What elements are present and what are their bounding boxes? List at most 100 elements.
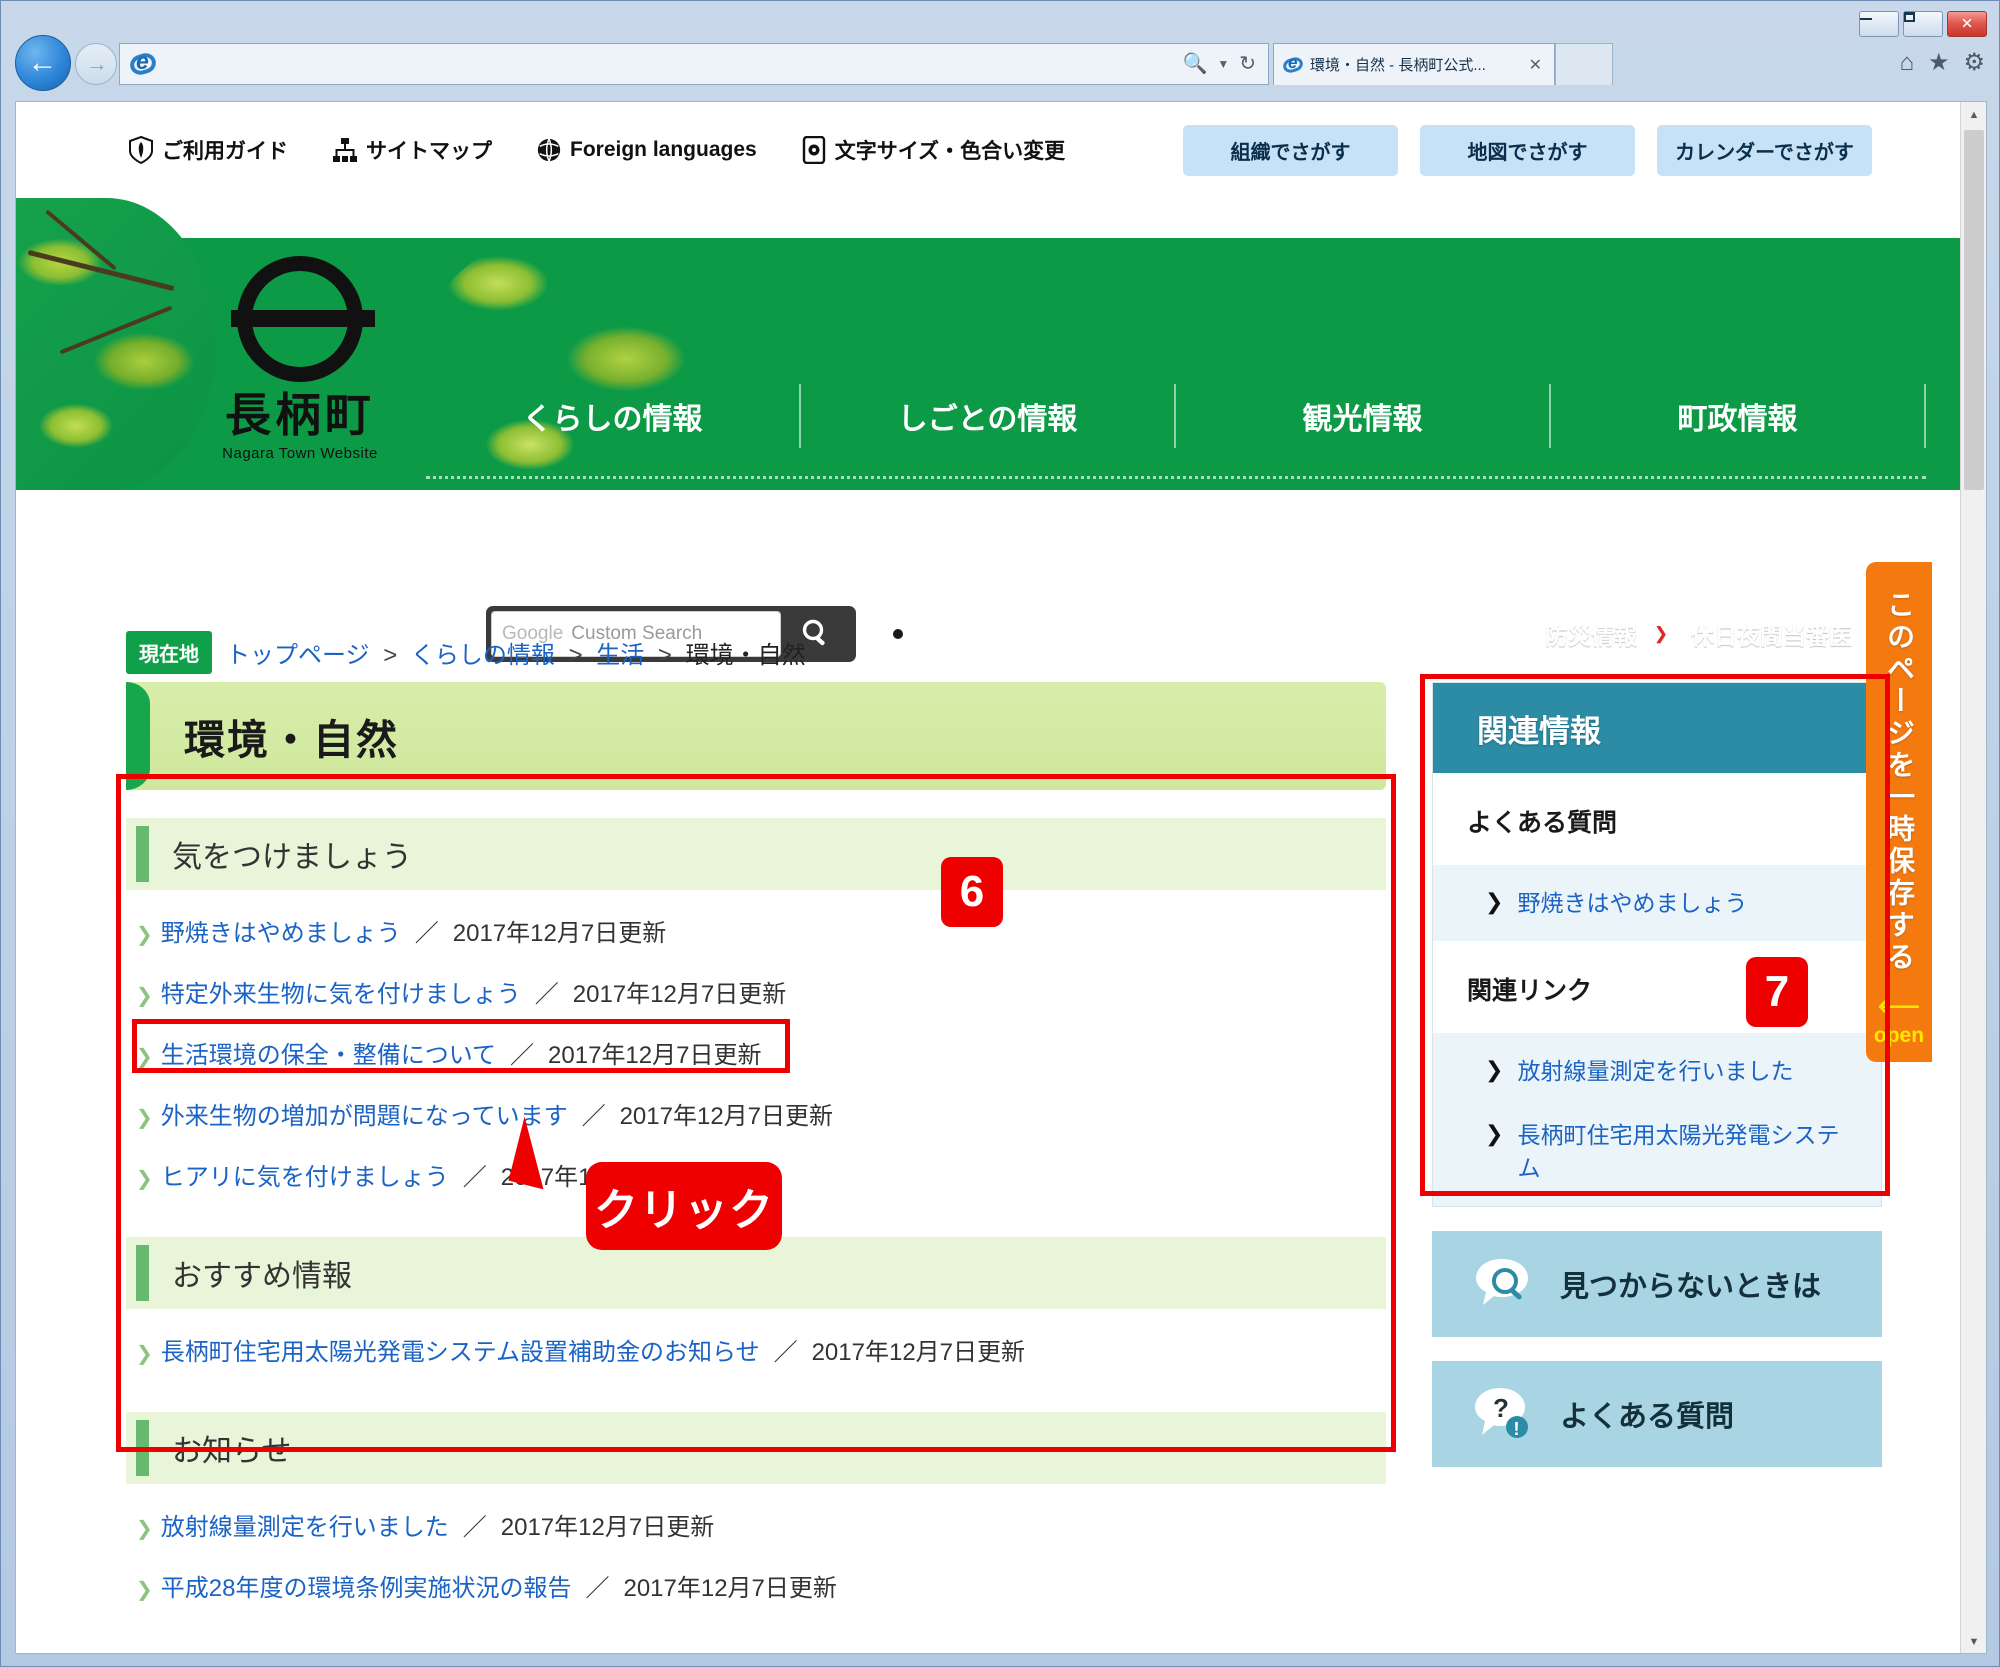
sidebar-group-label-related: 関連リンク: [1467, 977, 1593, 1006]
sidebar-button-label: よくある質問: [1560, 1400, 1735, 1433]
list-item-highlighted[interactable]: ❯ 外来生物の増加が問題になっています ／ 2017年12月7日更新: [126, 1083, 1386, 1144]
internet-explorer-icon: e: [1281, 54, 1305, 76]
close-window-button[interactable]: ✕: [1947, 11, 1987, 37]
scrollbar-thumb[interactable]: [1964, 130, 1984, 490]
utility-link-guide[interactable]: ご利用ガイド: [128, 135, 288, 165]
annotation-click-bubble: クリック: [586, 1162, 782, 1250]
browser-tab[interactable]: e 環境・自然 - 長柄町公式... ✕: [1273, 43, 1555, 85]
content-link[interactable]: 特定外来生物に気を付けましょう: [161, 974, 521, 1009]
link-separator: ／: [773, 1339, 798, 1366]
content-link[interactable]: 生活環境の保全・整備について: [161, 1035, 496, 1070]
section-heading-oshirase: お知らせ: [126, 1412, 1386, 1484]
scroll-up-button[interactable]: ▲: [1961, 102, 1986, 128]
maximize-button[interactable]: [1903, 11, 1943, 37]
open-arrow-icon: ⟵: [1877, 990, 1921, 1023]
sidebar-link-label[interactable]: 長柄町住宅用太陽光発電システム: [1517, 1119, 1859, 1183]
minimize-button[interactable]: [1859, 11, 1899, 37]
link-separator: ／: [414, 920, 439, 947]
list-item[interactable]: ❯ 放射線量測定を行いました ／ 2017年12月7日更新: [126, 1494, 1386, 1555]
update-date: 2017年12月7日更新: [572, 981, 787, 1008]
utility-link-foreign-languages[interactable]: Foreign languages: [536, 135, 757, 165]
list-item[interactable]: ❯ 平成28年度の環境条例実施状況の報告 ／ 2017年12月7日更新: [126, 1555, 1386, 1616]
link-separator: ／: [534, 981, 559, 1008]
content-link[interactable]: 野焼きはやめましょう: [161, 913, 401, 948]
breadcrumb-item-top[interactable]: トップページ: [226, 642, 370, 669]
minimize-icon: [1860, 18, 1872, 20]
scroll-down-button[interactable]: ▼: [1961, 1629, 1986, 1653]
update-date: 2017年12月7日更新: [619, 1103, 834, 1130]
breadcrumb-separator: >: [568, 641, 583, 669]
utility-link-text-settings[interactable]: 文字サイズ・色合い変更: [801, 135, 1065, 165]
address-bar[interactable]: e 🔍 ▼ ↻: [119, 43, 1269, 85]
global-navigation: くらしの情報 しごとの情報 観光情報 町政情報: [426, 370, 1926, 462]
sidebar-link[interactable]: ❯ 長柄町住宅用太陽光発電システム: [1433, 1103, 1881, 1199]
list-item[interactable]: ❯ 特定外来生物に気を付けましょう ／ 2017年12月7日更新: [126, 961, 1386, 1022]
save-page-tab[interactable]: このページを一時保存する ⟵ open: [1866, 562, 1932, 1062]
chevron-right-icon: ❯: [136, 1579, 153, 1601]
search-by-organization-button[interactable]: 組織でさがす: [1183, 124, 1398, 176]
address-input[interactable]: [164, 55, 1183, 73]
breadcrumb-item-kurashi[interactable]: くらしの情報: [411, 642, 555, 669]
sidebar-button-faq[interactable]: ? ! よくある質問: [1432, 1360, 1882, 1467]
vertical-scrollbar[interactable]: ▲ ▼: [1960, 102, 1986, 1653]
address-bar-tools: 🔍 ▼ ↻: [1182, 54, 1268, 74]
web-page: ご利用ガイド サイトマップ Foreign languages 文字サイズ・色合…: [16, 102, 1960, 1653]
chevron-down-icon[interactable]: ▼: [1217, 58, 1229, 70]
breadcrumb-path: トップページ > くらしの情報 > 生活 > 環境・自然: [226, 635, 806, 670]
question-balloon-icon: ? !: [1475, 1387, 1528, 1439]
browser-navigation-bar: ← → e 🔍 ▼ ↻ e 環境・自然 - 長柄町公式... ✕ ⌂ ★ ⚙: [1, 35, 1999, 93]
sidebar-button-not-found[interactable]: 見つからないときは: [1432, 1230, 1882, 1337]
home-icon[interactable]: ⌂: [1899, 51, 1914, 75]
save-page-label: このページを一時保存する: [1884, 590, 1915, 974]
gear-icon[interactable]: ⚙: [1963, 51, 1985, 75]
content-link[interactable]: 長柄町住宅用太陽光発電システム設置補助金のお知らせ: [161, 1332, 760, 1367]
list-item[interactable]: ❯ 長柄町住宅用太陽光発電システム設置補助金のお知らせ ／ 2017年12月7日…: [126, 1319, 1386, 1380]
forward-button[interactable]: →: [75, 43, 117, 85]
search-icon[interactable]: 🔍: [1182, 54, 1207, 74]
content-link[interactable]: ヒアリに気を付けましょう: [161, 1157, 449, 1192]
utility-link-label: 文字サイズ・色合い変更: [834, 140, 1066, 163]
sidebar-link[interactable]: ❯ 野焼きはやめましょう: [1433, 871, 1881, 935]
nav-item-shigoto[interactable]: しごとの情報: [801, 384, 1176, 448]
new-tab-button[interactable]: [1555, 43, 1613, 85]
title-accent-bar: [126, 682, 150, 790]
nav-item-kurashi[interactable]: くらしの情報: [426, 384, 801, 448]
sidebar-links-faq: ❯ 野焼きはやめましょう: [1433, 865, 1881, 942]
content-link[interactable]: 外来生物の増加が問題になっています: [161, 1096, 568, 1131]
link-separator: ／: [462, 1514, 487, 1541]
nagara-town-emblem-icon: [231, 256, 375, 382]
tab-close-icon[interactable]: ✕: [1525, 55, 1546, 75]
tab-strip: e 環境・自然 - 長柄町公式... ✕: [1273, 43, 1613, 85]
forward-arrow-icon: →: [85, 51, 108, 76]
search-by-map-button[interactable]: 地図でさがす: [1420, 124, 1635, 176]
back-button[interactable]: ←: [15, 35, 71, 91]
chevron-right-icon: ❯: [136, 985, 153, 1007]
nav-item-kanko[interactable]: 観光情報: [1176, 384, 1551, 448]
utility-link-sitemap[interactable]: サイトマップ: [332, 135, 492, 165]
sidebar-link[interactable]: ❯ 放射線量測定を行いました: [1433, 1039, 1881, 1103]
section-accent-bar: [136, 826, 149, 882]
section-title: お知らせ: [172, 1435, 292, 1468]
utility-link-label: ご利用ガイド: [162, 140, 288, 163]
site-logo-en: Nagara Town Website: [222, 444, 378, 462]
chevron-right-icon: ❯: [136, 924, 153, 946]
update-date: 2017年12月7日更新: [548, 1042, 762, 1069]
content-link[interactable]: 平成28年度の環境条例実施状況の報告: [161, 1568, 572, 1603]
text-settings-icon: [802, 136, 825, 164]
list-item[interactable]: ❯ 野焼きはやめましょう ／ 2017年12月7日更新: [126, 900, 1386, 961]
chevron-right-icon: ❯: [136, 1046, 153, 1068]
site-logo[interactable]: 長柄町 Nagara Town Website: [200, 250, 400, 490]
search-by-calendar-button[interactable]: カレンダーでさがす: [1657, 124, 1872, 176]
annotation-badge-7: 7: [1746, 957, 1808, 1027]
search-balloon-icon: [1476, 1258, 1528, 1305]
content-link[interactable]: 放射線量測定を行いました: [161, 1507, 449, 1542]
nav-item-chosei[interactable]: 町政情報: [1551, 384, 1926, 448]
sidebar-link-label[interactable]: 放射線量測定を行いました: [1517, 1055, 1793, 1087]
star-icon[interactable]: ★: [1928, 51, 1950, 75]
sidebar: 関連情報 よくある質問 ❯ 野焼きはやめましょう 関連リンク ❯ 放射線量測定を…: [1432, 682, 1882, 1467]
refresh-icon[interactable]: ↻: [1239, 54, 1256, 74]
section-heading-kiwotsuke: 気をつけましょう: [126, 818, 1386, 890]
sidebar-link-label[interactable]: 野焼きはやめましょう: [1517, 887, 1747, 919]
breadcrumb-item-seikatsu[interactable]: 生活: [596, 642, 644, 669]
list-item[interactable]: ❯ 生活環境の保全・整備について ／ 2017年12月7日更新: [126, 1022, 1386, 1083]
